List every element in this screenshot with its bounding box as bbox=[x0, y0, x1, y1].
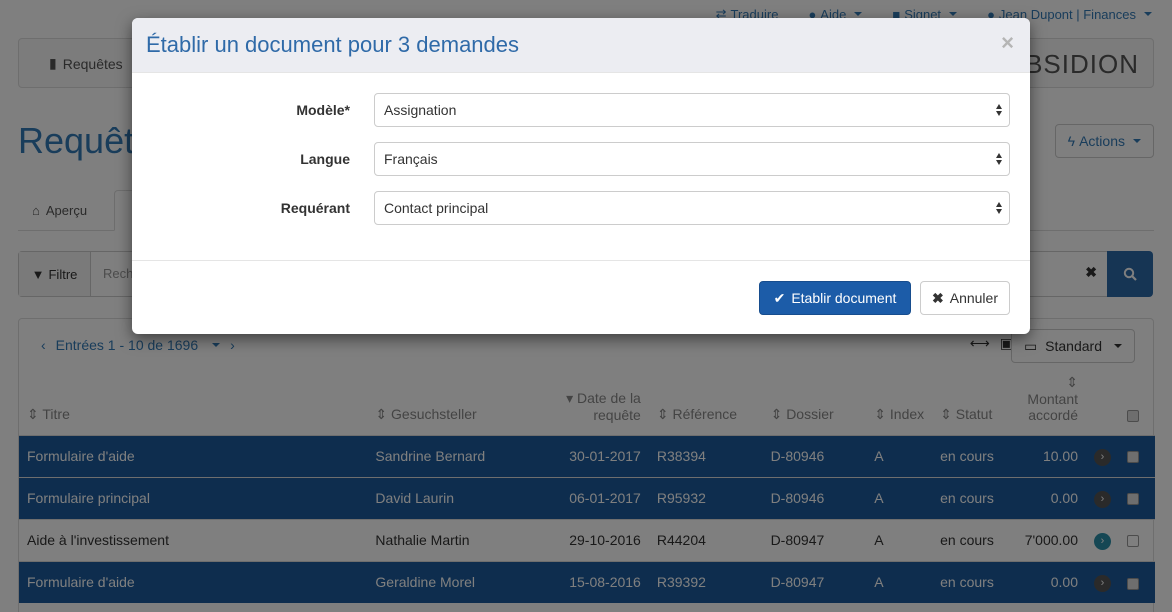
modal-header: Établir un document pour 3 demandes × bbox=[132, 18, 1030, 73]
language-label: Langue bbox=[300, 151, 350, 167]
form-row-template: Modèle* Assignation bbox=[132, 93, 1030, 127]
form-row-applicant: Requérant Contact principal bbox=[132, 191, 1030, 225]
select-arrows-icon bbox=[996, 151, 1004, 167]
applicant-select-value: Contact principal bbox=[384, 200, 489, 216]
select-arrows-icon bbox=[996, 200, 1004, 216]
select-arrows-icon bbox=[996, 102, 1004, 118]
applicant-select[interactable]: Contact principal bbox=[374, 191, 1010, 225]
template-label: Modèle* bbox=[296, 102, 350, 118]
modal-footer: ✔ Etablir document ✖ Annuler bbox=[132, 260, 1030, 334]
form-row-language: Langue Français bbox=[132, 142, 1030, 176]
language-select-value: Français bbox=[384, 151, 438, 167]
times-icon: ✖ bbox=[932, 289, 944, 306]
template-select[interactable]: Assignation bbox=[374, 93, 1010, 127]
cancel-button[interactable]: ✖ Annuler bbox=[920, 281, 1010, 315]
create-document-button[interactable]: ✔ Etablir document bbox=[759, 281, 911, 315]
close-icon[interactable]: × bbox=[1001, 32, 1014, 54]
modal-title: Établir un document pour 3 demandes bbox=[146, 32, 520, 57]
applicant-label: Requérant bbox=[280, 200, 350, 216]
create-document-modal: Établir un document pour 3 demandes × Mo… bbox=[132, 18, 1030, 334]
language-select[interactable]: Français bbox=[374, 142, 1010, 176]
check-icon: ✔ bbox=[773, 289, 786, 306]
template-select-value: Assignation bbox=[384, 102, 457, 118]
